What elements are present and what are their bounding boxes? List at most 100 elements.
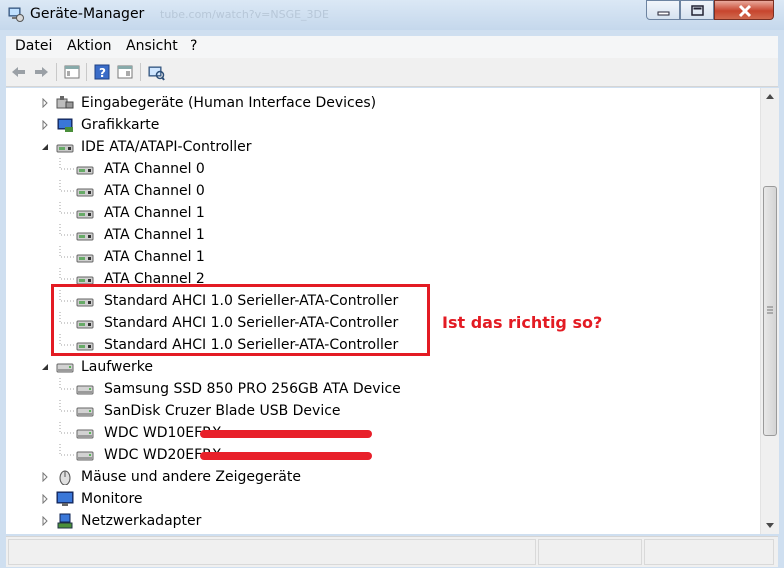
expanded-triangle-icon[interactable] [40, 142, 50, 152]
expanded-triangle-icon[interactable] [40, 362, 50, 372]
tree-connector-line [59, 400, 76, 412]
tree-connector-line [59, 202, 76, 214]
scrollbar-thumb[interactable] [763, 186, 777, 436]
tree-connector-line [59, 158, 76, 170]
network-adapter-icon [57, 513, 73, 529]
tree-device-row[interactable]: SanDisk Cruzer Blade USB Device [6, 400, 760, 422]
tree-item-label: IDE ATA/ATAPI-Controller [81, 139, 252, 155]
title-bar[interactable]: Geräte-Manager tube.com/watch?v=NSGE_3DE [0, 0, 784, 30]
ata-channel-icon [76, 166, 94, 175]
console-tree-icon[interactable] [116, 63, 134, 81]
ata-channel-icon [76, 210, 94, 219]
annotation-text: Ist das richtig so? [442, 313, 603, 332]
svg-text:?: ? [99, 66, 106, 80]
status-pane [644, 539, 774, 565]
minimize-icon [657, 11, 670, 16]
maximize-icon [691, 5, 704, 16]
collapsed-triangle-icon[interactable] [40, 472, 50, 482]
ide-controller-icon [56, 144, 74, 153]
status-pane [538, 539, 642, 565]
ata-channel-icon [76, 254, 94, 263]
tree-item-label: ATA Channel 1 [104, 249, 205, 265]
tree-device-row[interactable]: ATA Channel 0 [6, 180, 760, 202]
toolbar-separator [56, 63, 57, 81]
maximize-button[interactable] [680, 0, 714, 20]
tree-device-row[interactable]: ATA Channel 0 [6, 158, 760, 180]
vertical-scrollbar[interactable] [760, 88, 779, 534]
tree-device-row[interactable]: ATA Channel 1 [6, 202, 760, 224]
toolbar-separator [86, 63, 87, 81]
tree-connector-line [59, 246, 76, 258]
menu-datei[interactable]: Datei [15, 38, 52, 54]
tree-category-row[interactable]: Laufwerke [6, 356, 760, 378]
device-manager-icon [8, 7, 24, 22]
tree-item-label: ATA Channel 1 [104, 205, 205, 221]
title-ghost-text: tube.com/watch?v=NSGE_3DE [160, 8, 329, 21]
menu-aktion[interactable]: Aktion [67, 38, 112, 54]
tree-item-label: Samsung SSD 850 PRO 256GB ATA Device [104, 381, 401, 397]
status-bar [6, 536, 778, 567]
collapsed-triangle-icon[interactable] [40, 120, 50, 130]
tree-connector-line [59, 180, 76, 192]
minimize-button[interactable] [646, 0, 680, 20]
window-title: Geräte-Manager [30, 6, 145, 22]
tree-item-label: ATA Channel 0 [104, 161, 205, 177]
collapsed-triangle-icon[interactable] [40, 494, 50, 504]
tree-category-row[interactable]: Netzwerkadapter [6, 510, 760, 532]
tree-category-row[interactable]: Grafikkarte [6, 114, 760, 136]
tree-connector-line [59, 378, 76, 390]
back-arrow-icon[interactable] [10, 63, 28, 81]
scroll-grip-icon [767, 306, 773, 314]
hid-icon [56, 96, 74, 109]
ata-channel-icon [76, 232, 94, 241]
help-icon[interactable]: ? [93, 63, 111, 81]
tree-item-label: Mäuse und andere Zeigegeräte [81, 469, 301, 485]
properties-list-icon[interactable] [63, 63, 81, 81]
tree-item-label: Eingabegeräte (Human Interface Devices) [81, 95, 377, 111]
tree-device-row[interactable]: Samsung SSD 850 PRO 256GB ATA Device [6, 378, 760, 400]
collapsed-triangle-icon[interactable] [40, 516, 50, 526]
tree-item-label: Laufwerke [81, 359, 153, 375]
tree-category-row[interactable]: IDE ATA/ATAPI-Controller [6, 136, 760, 158]
tree-item-label: ATA Channel 0 [104, 183, 205, 199]
toolbar: ? [6, 58, 778, 87]
collapsed-triangle-icon[interactable] [40, 98, 50, 108]
redaction-mark [200, 430, 372, 438]
tree-device-row[interactable]: WDC WD20EFRX- [6, 444, 760, 466]
tree-connector-line [59, 444, 76, 456]
monitor-icon [56, 491, 74, 506]
tree-item-label: SanDisk Cruzer Blade USB Device [104, 403, 341, 419]
toolbar-separator [140, 63, 141, 81]
mouse-icon [59, 470, 71, 485]
tree-device-row[interactable]: ATA Channel 1 [6, 246, 760, 268]
close-icon [738, 4, 752, 18]
disk-drive-icon [76, 385, 94, 395]
display-adapter-icon [57, 118, 73, 132]
close-button[interactable] [714, 0, 774, 20]
tree-item-label: ATA Channel 1 [104, 227, 205, 243]
disk-drive-icon [76, 429, 94, 439]
menu-help[interactable]: ? [190, 38, 197, 54]
redaction-mark [200, 452, 372, 460]
tree-item-label: Grafikkarte [81, 117, 160, 133]
tree-connector-line [59, 224, 76, 236]
disk-drive-icon [56, 363, 74, 373]
scroll-up-arrow-icon[interactable] [761, 88, 779, 105]
device-manager-window: Geräte-Manager tube.com/watch?v=NSGE_3DE… [0, 0, 784, 568]
menu-bar: Datei Aktion Ansicht ? [6, 36, 778, 58]
forward-arrow-icon[interactable] [32, 63, 50, 81]
highlight-box [51, 284, 430, 356]
ata-channel-icon [76, 188, 94, 197]
status-pane [8, 539, 536, 565]
scan-hardware-icon[interactable] [147, 63, 165, 81]
tree-category-row[interactable]: Mäuse und andere Zeigegeräte [6, 466, 760, 488]
disk-drive-icon [76, 451, 94, 461]
tree-device-row[interactable]: WDC WD10EFRX- [6, 422, 760, 444]
disk-drive-icon [76, 407, 94, 417]
menu-ansicht[interactable]: Ansicht [126, 38, 178, 54]
tree-category-row[interactable]: Monitore [6, 488, 760, 510]
tree-device-row[interactable]: ATA Channel 1 [6, 224, 760, 246]
tree-connector-line [59, 422, 76, 434]
scroll-down-arrow-icon[interactable] [761, 517, 779, 534]
tree-category-row[interactable]: Eingabegeräte (Human Interface Devices) [6, 92, 760, 114]
